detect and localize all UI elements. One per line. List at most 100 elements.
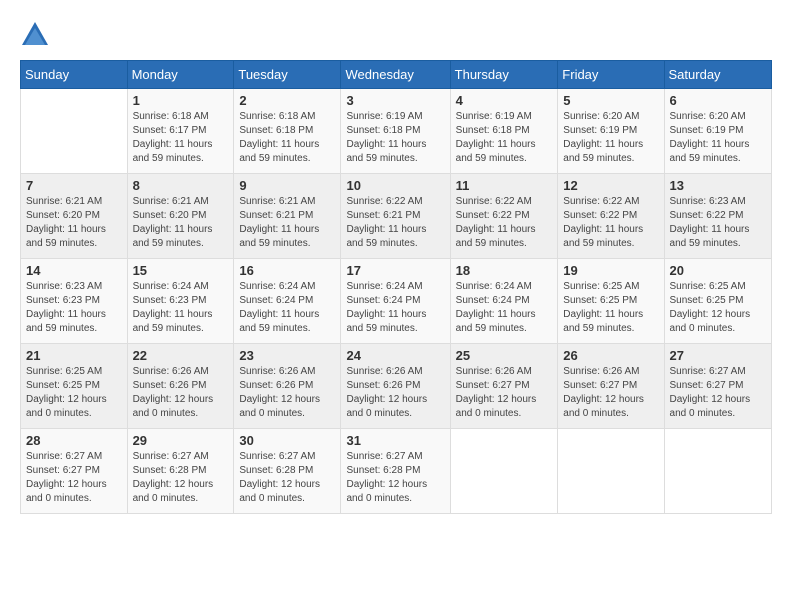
calendar-week-row: 21 Sunrise: 6:25 AMSunset: 6:25 PMDayligh…: [21, 344, 772, 429]
calendar-cell: 10 Sunrise: 6:22 AMSunset: 6:21 PMDayligh…: [341, 174, 450, 259]
day-number: 11: [456, 178, 553, 193]
calendar-cell: 17Sunrise: 6:24 AMSunset: 6:24 PMDayligh…: [341, 259, 450, 344]
day-number: 31: [346, 433, 444, 448]
day-number: 9: [239, 178, 335, 193]
calendar-week-row: 1Sunrise: 6:18 AMSunset: 6:17 PMDaylight…: [21, 89, 772, 174]
column-header-saturday: Saturday: [664, 61, 771, 89]
day-info: Sunrise: 6:26 AMSunset: 6:27 PMDaylight:…: [563, 365, 658, 421]
calendar-cell: 14 Sunrise: 6:23 AMSunset: 6:23 PMDayligh…: [21, 259, 128, 344]
calendar-cell: [450, 429, 558, 514]
logo-icon: [20, 20, 50, 50]
calendar-cell: 4 Sunrise: 6:19 AMSunset: 6:18 PMDaylight…: [450, 89, 558, 174]
day-info: Sunrise: 6:26 AMSunset: 6:26 PMDaylight:…: [239, 365, 335, 421]
column-header-sunday: Sunday: [21, 61, 128, 89]
day-info: Sunrise: 6:21 AMSunset: 6:21 PMDaylight:…: [239, 195, 335, 251]
calendar-cell: 25 Sunrise: 6:26 AMSunset: 6:27 PMDayligh…: [450, 344, 558, 429]
calendar-cell: 9 Sunrise: 6:21 AMSunset: 6:21 PMDaylight…: [234, 174, 341, 259]
day-number: 21: [26, 348, 122, 363]
day-number: 18: [456, 263, 553, 278]
day-info: Sunrise: 6:27 AMSunset: 6:28 PMDaylight:…: [239, 450, 335, 506]
day-number: 23: [239, 348, 335, 363]
column-header-tuesday: Tuesday: [234, 61, 341, 89]
day-info: Sunrise: 6:19 AMSunset: 6:18 PMDaylight:…: [456, 110, 553, 166]
calendar-week-row: 7 Sunrise: 6:21 AMSunset: 6:20 PMDaylight…: [21, 174, 772, 259]
day-info: Sunrise: 6:24 AMSunset: 6:24 PMDaylight:…: [346, 280, 444, 336]
day-info: Sunrise: 6:25 AMSunset: 6:25 PMDaylight:…: [26, 365, 122, 421]
calendar-cell: 2Sunrise: 6:18 AMSunset: 6:18 PMDaylight…: [234, 89, 341, 174]
calendar-cell: 29 Sunrise: 6:27 AMSunset: 6:28 PMDayligh…: [127, 429, 234, 514]
day-number: 27: [670, 348, 766, 363]
calendar-cell: 20 Sunrise: 6:25 AMSunset: 6:25 PMDayligh…: [664, 259, 771, 344]
day-info: Sunrise: 6:18 AMSunset: 6:17 PMDaylight:…: [133, 110, 229, 166]
day-info: Sunrise: 6:23 AMSunset: 6:22 PMDaylight:…: [670, 195, 766, 251]
calendar-table: SundayMondayTuesdayWednesdayThursdayFrid…: [20, 60, 772, 514]
calendar-cell: 31Sunrise: 6:27 AMSunset: 6:28 PMDayligh…: [341, 429, 450, 514]
calendar-cell: 24Sunrise: 6:26 AMSunset: 6:26 PMDayligh…: [341, 344, 450, 429]
day-number: 25: [456, 348, 553, 363]
calendar-cell: 3 Sunrise: 6:19 AMSunset: 6:18 PMDaylight…: [341, 89, 450, 174]
day-number: 8: [133, 178, 229, 193]
day-number: 14: [26, 263, 122, 278]
day-number: 30: [239, 433, 335, 448]
day-number: 28: [26, 433, 122, 448]
calendar-cell: 6 Sunrise: 6:20 AMSunset: 6:19 PMDaylight…: [664, 89, 771, 174]
day-number: 5: [563, 93, 658, 108]
calendar-cell: 7 Sunrise: 6:21 AMSunset: 6:20 PMDaylight…: [21, 174, 128, 259]
calendar-cell: 26 Sunrise: 6:26 AMSunset: 6:27 PMDayligh…: [558, 344, 664, 429]
day-info: Sunrise: 6:27 AMSunset: 6:28 PMDaylight:…: [133, 450, 229, 506]
column-header-wednesday: Wednesday: [341, 61, 450, 89]
calendar-cell: 1Sunrise: 6:18 AMSunset: 6:17 PMDaylight…: [127, 89, 234, 174]
day-info: Sunrise: 6:27 AMSunset: 6:27 PMDaylight:…: [670, 365, 766, 421]
day-info: Sunrise: 6:19 AMSunset: 6:18 PMDaylight:…: [346, 110, 444, 166]
calendar-header-row: SundayMondayTuesdayWednesdayThursdayFrid…: [21, 61, 772, 89]
page-header: [20, 20, 772, 50]
day-number: 26: [563, 348, 658, 363]
day-info: Sunrise: 6:20 AMSunset: 6:19 PMDaylight:…: [670, 110, 766, 166]
calendar-cell: 16 Sunrise: 6:24 AMSunset: 6:24 PMDayligh…: [234, 259, 341, 344]
day-number: 6: [670, 93, 766, 108]
calendar-cell: 13 Sunrise: 6:23 AMSunset: 6:22 PMDayligh…: [664, 174, 771, 259]
day-info: Sunrise: 6:21 AMSunset: 6:20 PMDaylight:…: [133, 195, 229, 251]
day-info: Sunrise: 6:20 AMSunset: 6:19 PMDaylight:…: [563, 110, 658, 166]
day-info: Sunrise: 6:22 AMSunset: 6:21 PMDaylight:…: [346, 195, 444, 251]
calendar-week-row: 14 Sunrise: 6:23 AMSunset: 6:23 PMDayligh…: [21, 259, 772, 344]
column-header-thursday: Thursday: [450, 61, 558, 89]
day-number: 20: [670, 263, 766, 278]
calendar-cell: 15 Sunrise: 6:24 AMSunset: 6:23 PMDayligh…: [127, 259, 234, 344]
day-number: 12: [563, 178, 658, 193]
day-info: Sunrise: 6:21 AMSunset: 6:20 PMDaylight:…: [26, 195, 122, 251]
day-number: 16: [239, 263, 335, 278]
day-info: Sunrise: 6:26 AMSunset: 6:27 PMDaylight:…: [456, 365, 553, 421]
calendar-cell: 11 Sunrise: 6:22 AMSunset: 6:22 PMDayligh…: [450, 174, 558, 259]
calendar-cell: 5 Sunrise: 6:20 AMSunset: 6:19 PMDaylight…: [558, 89, 664, 174]
day-number: 29: [133, 433, 229, 448]
calendar-cell: 23 Sunrise: 6:26 AMSunset: 6:26 PMDayligh…: [234, 344, 341, 429]
calendar-cell: 28 Sunrise: 6:27 AMSunset: 6:27 PMDayligh…: [21, 429, 128, 514]
day-info: Sunrise: 6:27 AMSunset: 6:27 PMDaylight:…: [26, 450, 122, 506]
day-number: 24: [346, 348, 444, 363]
calendar-cell: [664, 429, 771, 514]
calendar-cell: [558, 429, 664, 514]
calendar-cell: 27 Sunrise: 6:27 AMSunset: 6:27 PMDayligh…: [664, 344, 771, 429]
day-number: 15: [133, 263, 229, 278]
day-info: Sunrise: 6:22 AMSunset: 6:22 PMDaylight:…: [456, 195, 553, 251]
column-header-friday: Friday: [558, 61, 664, 89]
day-info: Sunrise: 6:18 AMSunset: 6:18 PMDaylight:…: [239, 110, 335, 166]
day-number: 7: [26, 178, 122, 193]
day-number: 4: [456, 93, 553, 108]
day-number: 19: [563, 263, 658, 278]
calendar-cell: 18Sunrise: 6:24 AMSunset: 6:24 PMDayligh…: [450, 259, 558, 344]
day-number: 22: [133, 348, 229, 363]
calendar-cell: 12Sunrise: 6:22 AMSunset: 6:22 PMDayligh…: [558, 174, 664, 259]
day-info: Sunrise: 6:25 AMSunset: 6:25 PMDaylight:…: [563, 280, 658, 336]
day-number: 13: [670, 178, 766, 193]
day-info: Sunrise: 6:24 AMSunset: 6:23 PMDaylight:…: [133, 280, 229, 336]
day-info: Sunrise: 6:25 AMSunset: 6:25 PMDaylight:…: [670, 280, 766, 336]
logo: [20, 20, 54, 50]
day-number: 10: [346, 178, 444, 193]
calendar-cell: 8 Sunrise: 6:21 AMSunset: 6:20 PMDaylight…: [127, 174, 234, 259]
day-info: Sunrise: 6:26 AMSunset: 6:26 PMDaylight:…: [133, 365, 229, 421]
day-info: Sunrise: 6:24 AMSunset: 6:24 PMDaylight:…: [239, 280, 335, 336]
day-info: Sunrise: 6:23 AMSunset: 6:23 PMDaylight:…: [26, 280, 122, 336]
day-number: 3: [346, 93, 444, 108]
